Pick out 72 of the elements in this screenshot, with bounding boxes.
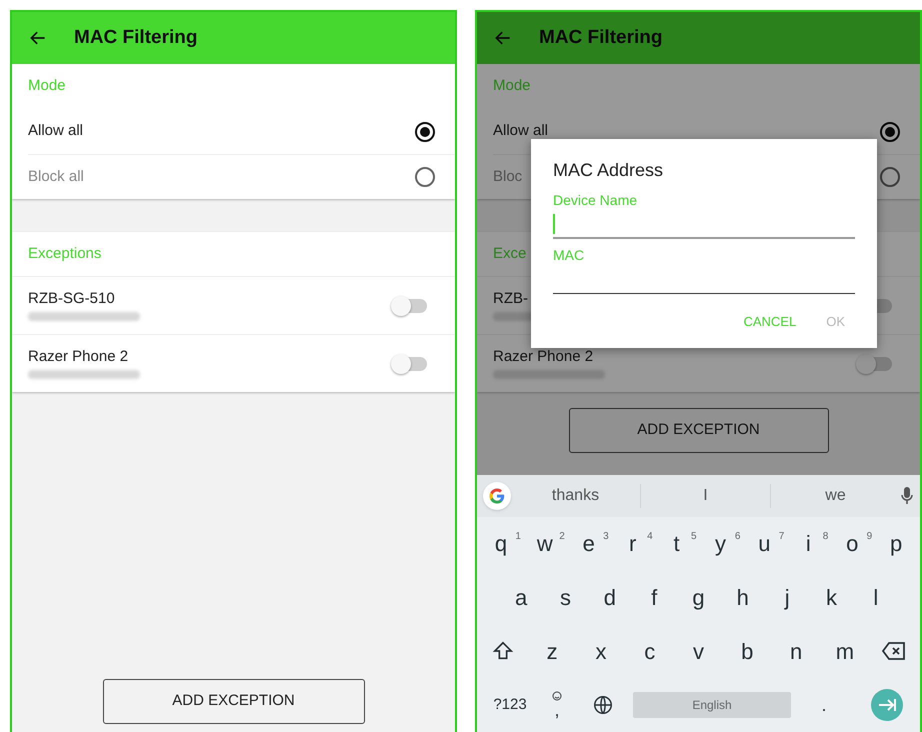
mode-option-label: Allow all [28, 121, 84, 142]
keyboard-key[interactable]: a [499, 581, 544, 614]
key-hint: 5 [690, 530, 697, 544]
key-hint: 4 [647, 530, 653, 544]
mode-option-label: Bloc [493, 166, 522, 187]
section-header: Mode [28, 76, 66, 96]
keyboard-key[interactable]: g [676, 581, 721, 614]
keyboard-key[interactable]: s [543, 581, 588, 614]
radio-button[interactable] [880, 122, 900, 142]
keyboard-key[interactable]: y 6 [698, 527, 742, 560]
section-header: Exce [493, 244, 526, 264]
keyboard-key[interactable]: t 5 [654, 527, 699, 560]
key-hint: 2 [559, 530, 565, 544]
device-name: RZB- [493, 290, 529, 306]
radio-button[interactable] [415, 167, 435, 187]
key-hint: 3 [603, 530, 609, 544]
device-name: Razer Phone 2 [28, 348, 130, 364]
keyboard-key[interactable]: c [625, 634, 674, 668]
suggestion[interactable]: thanks [552, 484, 600, 508]
keyboard-key[interactable]: e 3 [566, 527, 611, 560]
section-header: Exceptions [28, 244, 102, 264]
keyboard-key[interactable]: n [772, 634, 820, 668]
keyboard-key[interactable]: h [720, 581, 765, 614]
keyboard-key[interactable]: z [528, 634, 577, 668]
keyboard-key[interactable]: v [674, 634, 723, 668]
keyboard-key[interactable]: q 1 [479, 527, 523, 560]
period-key[interactable]: . [793, 692, 855, 719]
field-label: Device Name [553, 191, 638, 210]
keyboard-key[interactable]: x [576, 634, 626, 668]
keyboard-key[interactable]: i 8 [786, 527, 830, 560]
suggestion[interactable]: we [825, 484, 846, 508]
key-hint: 9 [866, 530, 872, 544]
keyboard-key[interactable]: o 9 [830, 527, 874, 560]
keyboard-key[interactable]: r 4 [610, 527, 655, 560]
backspace-icon[interactable] [882, 641, 906, 662]
keyboard-key[interactable]: l [854, 581, 898, 614]
keyboard-key[interactable]: u 7 [742, 527, 786, 560]
key-hint: 1 [515, 530, 521, 544]
key-hint: 7 [778, 530, 784, 544]
text-input-field[interactable] [553, 211, 855, 239]
symbols-key[interactable]: ?123 [481, 694, 539, 716]
suggestion[interactable]: I [703, 484, 708, 508]
keyboard-key[interactable]: j [764, 581, 810, 614]
microphone-icon[interactable] [900, 486, 914, 506]
device-name: Razer Phone 2 [493, 348, 594, 364]
add-exception-button[interactable]: ADD EXCEPTION [568, 408, 828, 453]
radio-button[interactable] [415, 122, 435, 142]
add-exception-button[interactable]: ADD EXCEPTION [102, 679, 364, 724]
dialog-title: MAC Address [553, 159, 664, 182]
keyboard-key[interactable]: d [588, 581, 632, 614]
keyboard-key[interactable]: f [632, 581, 676, 614]
space-bar[interactable]: English [633, 692, 791, 718]
section-header: Mode [493, 76, 531, 96]
emoji-icon [552, 691, 562, 702]
key-hint: 8 [822, 530, 828, 544]
keyboard-key[interactable]: w 2 [522, 527, 567, 560]
keyboard-key[interactable]: p [874, 527, 918, 560]
mode-option-label: Allow all [493, 121, 548, 142]
google-logo-icon[interactable] [483, 482, 511, 510]
key-hint: 6 [734, 530, 740, 544]
field-label: MAC [553, 246, 586, 265]
keyboard-key[interactable]: b [722, 634, 772, 668]
mode-option-label: Block all [28, 166, 84, 187]
text-cursor [553, 214, 555, 234]
radio-button[interactable] [880, 167, 900, 187]
comma-key[interactable]: , [541, 691, 573, 720]
screen-title: MAC Filtering [74, 26, 198, 50]
globe-icon[interactable] [592, 694, 614, 716]
screen-title: MAC Filtering [539, 26, 662, 50]
device-name: RZB-SG-510 [28, 290, 116, 306]
keyboard-key[interactable]: m [820, 634, 870, 668]
keyboard-key[interactable]: k [809, 581, 854, 614]
